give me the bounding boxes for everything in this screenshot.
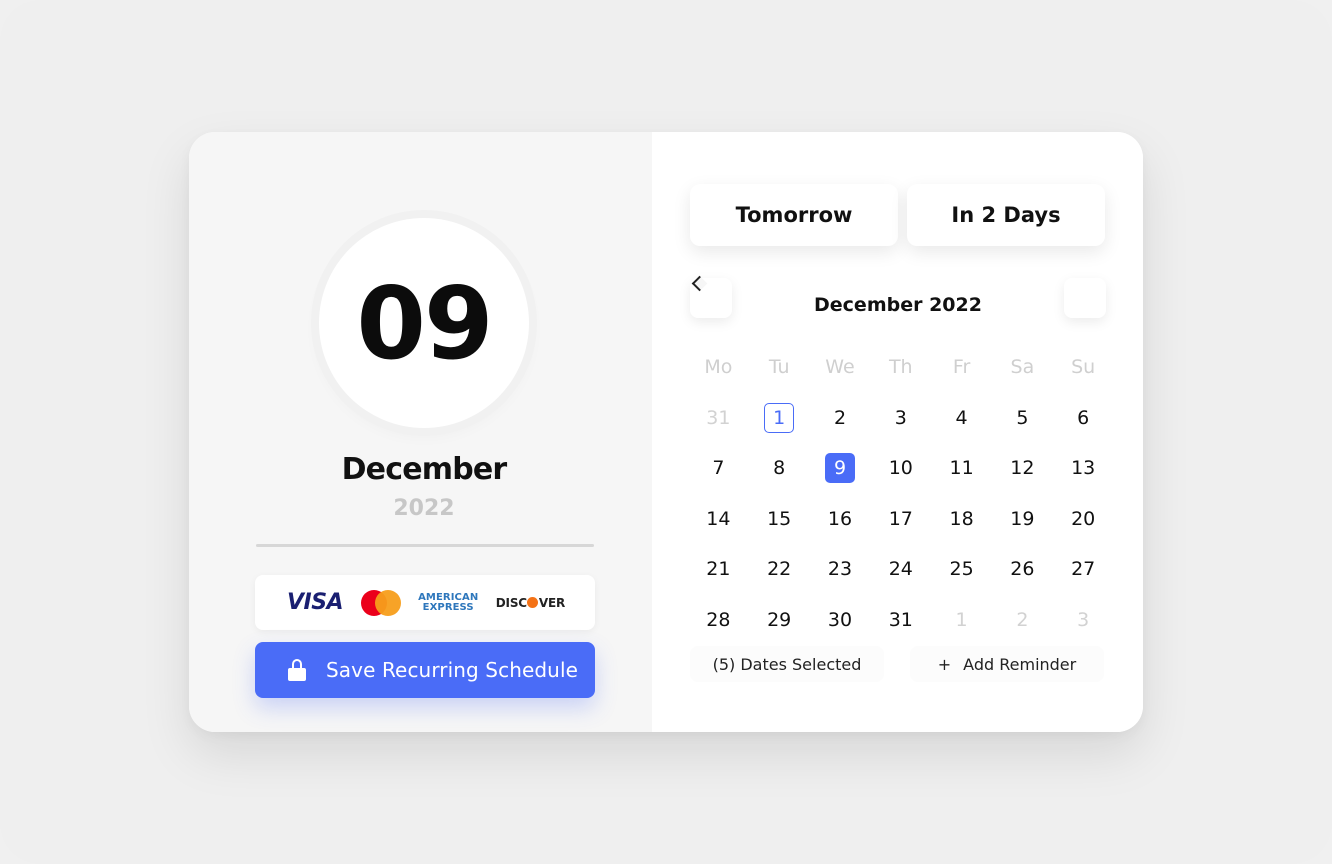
save-button-label: Save Recurring Schedule [326,658,579,682]
day-cell-selected[interactable]: 9 [810,452,871,484]
day-cell[interactable]: 20 [1053,503,1114,535]
selected-date-panel: 09 December 2022 VISA AMERICAN EXPRESS D… [189,132,652,732]
day-cell[interactable]: 28 [688,604,749,636]
day-cell[interactable]: 6 [1053,402,1114,434]
day-cell[interactable]: 22 [749,553,810,585]
day-cell[interactable]: 2 [810,402,871,434]
calendar-week: 7 8 9 10 11 12 13 [688,443,1114,494]
day-cell[interactable]: 31 [870,604,931,636]
day-circle: 09 [319,218,529,428]
dates-selected-count: (5) Dates Selected [690,646,884,682]
weekday-label: We [825,356,855,379]
day-cell[interactable]: 5 [992,402,1053,434]
day-cell[interactable]: 16 [810,503,871,535]
day-cell[interactable]: 30 [810,604,871,636]
day-cell[interactable]: 14 [688,503,749,535]
add-reminder-button[interactable]: + Add Reminder [910,646,1104,682]
tomorrow-button[interactable]: Tomorrow [690,184,898,246]
day-cell[interactable]: 29 [749,604,810,636]
day-cell[interactable]: 8 [749,452,810,484]
calendar-month-title: December 2022 [814,294,982,316]
weekday-label: Tu [768,356,790,379]
calendar-week: 21 22 23 24 25 26 27 [688,544,1114,595]
discover-part1: DISC [495,595,527,610]
day-cell[interactable]: 11 [931,452,992,484]
weekday-label: Mo [704,356,733,379]
day-cell[interactable]: 4 [931,402,992,434]
day-cell-next-month[interactable]: 3 [1053,604,1114,636]
payment-methods: VISA AMERICAN EXPRESS DISC VER [255,575,595,630]
weekday-label: Th [888,356,913,379]
weekday-label: Fr [952,356,971,379]
plus-icon: + [937,654,952,674]
day-cell-next-month[interactable]: 2 [992,604,1053,636]
day-cell[interactable]: 15 [749,503,810,535]
weekday-label: Sa [1010,356,1035,379]
day-cell[interactable]: 24 [870,553,931,585]
visa-logo: VISA [287,590,344,615]
calendar-week: 31 1 2 3 4 5 6 [688,393,1114,444]
day-cell-next-month[interactable]: 1 [931,604,992,636]
discover-dot-icon [527,597,539,608]
calendar-week: 14 15 16 17 18 19 20 [688,494,1114,545]
discover-logo: DISC VER [496,596,565,610]
discover-part2: VER [538,595,565,610]
day-cell[interactable]: 3 [870,402,931,434]
day-cell[interactable]: 7 [688,452,749,484]
chevron-left-icon [691,275,708,292]
save-recurring-schedule-button[interactable]: Save Recurring Schedule [255,642,595,698]
day-cell[interactable]: 17 [870,503,931,535]
day-cell[interactable]: 13 [1053,452,1114,484]
day-cell[interactable]: 12 [992,452,1053,484]
selected-month: December [341,452,508,487]
day-cell[interactable]: 10 [870,452,931,484]
weekday-label: Su [1071,356,1096,379]
calendar-grid: Mo Tu We Th Fr Sa Su 31 1 2 3 4 5 6 7 8 … [688,342,1114,645]
day-cell[interactable]: 26 [992,553,1053,585]
calendar-panel: Tomorrow In 2 Days December 2022 Mo Tu W… [652,132,1143,732]
divider [256,544,594,547]
lock-icon [288,659,306,681]
selected-day: 09 [356,265,493,382]
weekday-header: Mo Tu We Th Fr Sa Su [688,342,1114,393]
in-two-days-button[interactable]: In 2 Days [907,184,1105,246]
day-cell[interactable]: 25 [931,553,992,585]
day-cell[interactable]: 18 [931,503,992,535]
calendar-week: 28 29 30 31 1 2 3 [688,595,1114,646]
add-reminder-label: Add Reminder [963,654,1077,674]
amex-logo: AMERICAN EXPRESS [418,593,478,612]
day-cell[interactable]: 19 [992,503,1053,535]
day-cell-today[interactable]: 1 [749,402,810,434]
selected-year: 2022 [393,496,455,521]
next-month-button[interactable] [1064,278,1106,318]
day-cell-prev-month[interactable]: 31 [688,402,749,434]
date-picker-card: 09 December 2022 VISA AMERICAN EXPRESS D… [189,132,1143,732]
mastercard-logo [360,589,401,616]
day-cell[interactable]: 21 [688,553,749,585]
amex-line2: EXPRESS [422,601,474,613]
previous-month-button[interactable] [690,275,732,318]
day-cell[interactable]: 23 [810,553,871,585]
day-cell[interactable]: 27 [1053,553,1114,585]
